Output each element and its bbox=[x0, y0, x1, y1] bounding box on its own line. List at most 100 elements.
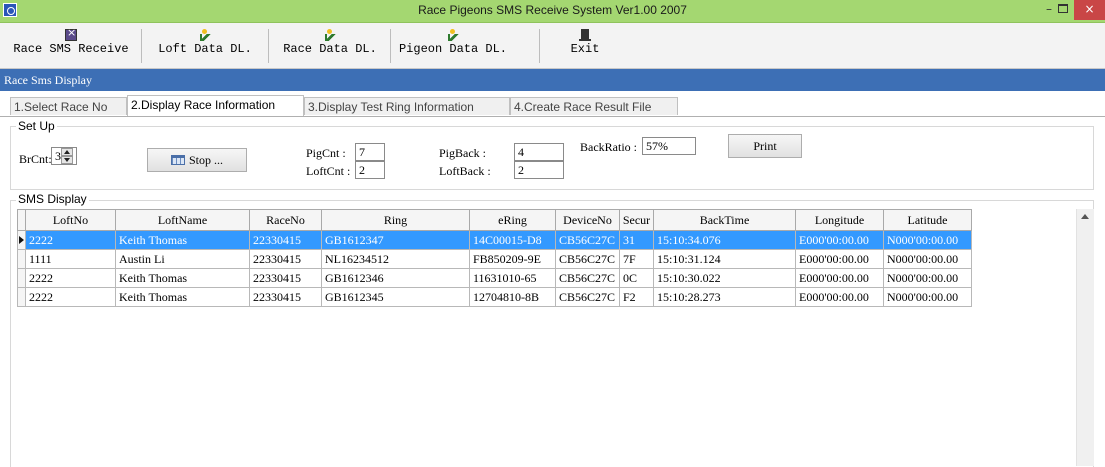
table-cell[interactable]: 11631010-65 bbox=[469, 268, 556, 288]
table-cell[interactable]: F2 bbox=[619, 287, 654, 307]
toolbar: Race SMS Receive Loft Data DL. Race Data… bbox=[0, 23, 1105, 69]
column-header[interactable]: Secur bbox=[619, 209, 654, 231]
toolbar-separator bbox=[390, 29, 391, 63]
tab-create-race-result-file[interactable]: 4.Create Race Result File bbox=[510, 97, 678, 115]
column-header[interactable]: Ring bbox=[321, 209, 470, 231]
table-cell[interactable]: N000'00:00.00 bbox=[883, 230, 972, 250]
pigcnt-label: PigCnt : bbox=[306, 146, 346, 160]
table-cell[interactable]: NL16234512 bbox=[321, 249, 470, 269]
race-sms-receive-button[interactable]: Race SMS Receive bbox=[4, 25, 138, 65]
row-header[interactable] bbox=[17, 249, 26, 269]
table-cell[interactable]: 1111 bbox=[25, 249, 116, 269]
table-cell[interactable]: 0C bbox=[619, 268, 654, 288]
table-cell[interactable]: Keith Thomas bbox=[115, 287, 250, 307]
pigeon-data-dl-button[interactable]: Pigeon Data DL. bbox=[395, 25, 511, 65]
loftcnt-label: LoftCnt : bbox=[306, 164, 351, 178]
table-cell[interactable]: CB56C27C bbox=[555, 287, 620, 307]
table-cell[interactable]: GB1612345 bbox=[321, 287, 470, 307]
table-cell[interactable]: CB56C27C bbox=[555, 249, 620, 269]
column-header[interactable]: LoftNo bbox=[25, 209, 116, 231]
table-cell[interactable]: 7F bbox=[619, 249, 654, 269]
table-cell[interactable]: CB56C27C bbox=[555, 230, 620, 250]
runner-icon bbox=[447, 29, 459, 41]
tab-display-race-information[interactable]: 2.Display Race Information bbox=[127, 95, 304, 116]
table-cell[interactable]: Keith Thomas bbox=[115, 230, 250, 250]
scroll-up-icon[interactable] bbox=[1081, 214, 1089, 219]
table-cell[interactable]: 2222 bbox=[25, 268, 116, 288]
table-cell[interactable]: GB1612347 bbox=[321, 230, 470, 250]
table-cell[interactable]: 31 bbox=[619, 230, 654, 250]
maximize-button[interactable] bbox=[1052, 0, 1074, 20]
race-data-dl-button[interactable]: Race Data DL. bbox=[273, 25, 387, 65]
table-cell[interactable]: GB1612346 bbox=[321, 268, 470, 288]
column-header[interactable]: LoftName bbox=[115, 209, 250, 231]
table-cell[interactable]: 22330415 bbox=[249, 249, 322, 269]
table-cell[interactable]: E000'00:00.00 bbox=[795, 268, 884, 288]
table-row[interactable]: 2222 Keith Thomas 22330415 GB1612347 14C… bbox=[17, 230, 972, 250]
table-cell[interactable]: 14C00015-D8 bbox=[469, 230, 556, 250]
table-header-row: LoftNo LoftName RaceNo Ring eRing Device… bbox=[17, 209, 972, 231]
row-header[interactable] bbox=[17, 287, 26, 307]
table-cell[interactable]: N000'00:00.00 bbox=[883, 287, 972, 307]
table-cell[interactable]: 22330415 bbox=[249, 230, 322, 250]
table-cell[interactable]: 15:10:34.076 bbox=[653, 230, 796, 250]
column-header[interactable]: RaceNo bbox=[249, 209, 322, 231]
table-cell[interactable]: E000'00:00.00 bbox=[795, 230, 884, 250]
table-row[interactable]: 2222 Keith Thomas 22330415 GB1612345 127… bbox=[17, 287, 972, 307]
table-cell[interactable]: 2222 bbox=[25, 287, 116, 307]
spin-up-icon[interactable] bbox=[61, 148, 73, 156]
column-header[interactable]: BackTime bbox=[653, 209, 796, 231]
table-cell[interactable]: 2222 bbox=[25, 230, 116, 250]
table-cell[interactable]: N000'00:00.00 bbox=[883, 268, 972, 288]
loftback-label: LoftBack : bbox=[439, 164, 491, 178]
table-row[interactable]: 2222 Keith Thomas 22330415 GB1612346 116… bbox=[17, 268, 972, 288]
close-button[interactable]: × bbox=[1074, 0, 1105, 20]
loft-data-dl-button[interactable]: Loft Data DL. bbox=[146, 25, 264, 65]
table-cell[interactable]: 22330415 bbox=[249, 268, 322, 288]
sms-table: LoftNo LoftName RaceNo Ring eRing Device… bbox=[17, 209, 972, 307]
column-header[interactable]: Longitude bbox=[795, 209, 884, 231]
table-cell[interactable]: 12704810-8B bbox=[469, 287, 556, 307]
column-header[interactable]: Latitude bbox=[883, 209, 972, 231]
sms-icon bbox=[65, 26, 77, 41]
setup-group-label: Set Up bbox=[16, 119, 57, 133]
brcnt-label: BrCnt: bbox=[19, 152, 52, 166]
spin-down-icon[interactable] bbox=[61, 156, 73, 164]
column-header[interactable]: eRing bbox=[469, 209, 556, 231]
row-header-corner bbox=[17, 209, 26, 231]
table-cell[interactable]: 15:10:28.273 bbox=[653, 287, 796, 307]
row-header[interactable] bbox=[17, 268, 26, 288]
table-cell[interactable]: E000'00:00.00 bbox=[795, 249, 884, 269]
table-cell[interactable]: N000'00:00.00 bbox=[883, 249, 972, 269]
table-cell[interactable]: CB56C27C bbox=[555, 268, 620, 288]
exit-icon bbox=[579, 29, 591, 41]
maximize-icon bbox=[1058, 4, 1068, 13]
toolbar-label: Race SMS Receive bbox=[13, 42, 129, 56]
sms-display-label: SMS Display bbox=[16, 192, 89, 206]
pigback-value: 4 bbox=[514, 143, 564, 161]
toolbar-label: Exit bbox=[570, 42, 600, 56]
pigback-label: PigBack : bbox=[439, 146, 486, 160]
toolbar-label: Race Data DL. bbox=[283, 42, 377, 56]
table-cell[interactable]: Keith Thomas bbox=[115, 268, 250, 288]
column-header[interactable]: DeviceNo bbox=[555, 209, 620, 231]
toolbar-label: Loft Data DL. bbox=[158, 42, 252, 56]
stop-button[interactable]: Stop ... bbox=[147, 148, 247, 172]
close-icon: × bbox=[1084, 2, 1095, 16]
table-cell[interactable]: 15:10:30.022 bbox=[653, 268, 796, 288]
table-cell[interactable]: Austin Li bbox=[115, 249, 250, 269]
print-button[interactable]: Print bbox=[728, 134, 802, 158]
table-cell[interactable]: 15:10:31.124 bbox=[653, 249, 796, 269]
row-header[interactable] bbox=[17, 230, 26, 250]
tab-display-test-ring-information[interactable]: 3.Display Test Ring Information bbox=[304, 97, 510, 115]
vertical-scrollbar[interactable] bbox=[1076, 209, 1094, 466]
table-row[interactable]: 1111 Austin Li 22330415 NL16234512 FB850… bbox=[17, 249, 972, 269]
table-cell[interactable]: E000'00:00.00 bbox=[795, 287, 884, 307]
toolbar-separator bbox=[141, 29, 142, 63]
table-cell[interactable]: 22330415 bbox=[249, 287, 322, 307]
tab-select-race-no[interactable]: 1.Select Race No bbox=[10, 97, 127, 115]
tab-strip: 1.Select Race No 2.Display Race Informat… bbox=[0, 95, 1105, 117]
pigcnt-value: 7 bbox=[355, 143, 385, 161]
exit-button[interactable]: Exit bbox=[560, 25, 610, 65]
table-cell[interactable]: FB850209-9E bbox=[469, 249, 556, 269]
